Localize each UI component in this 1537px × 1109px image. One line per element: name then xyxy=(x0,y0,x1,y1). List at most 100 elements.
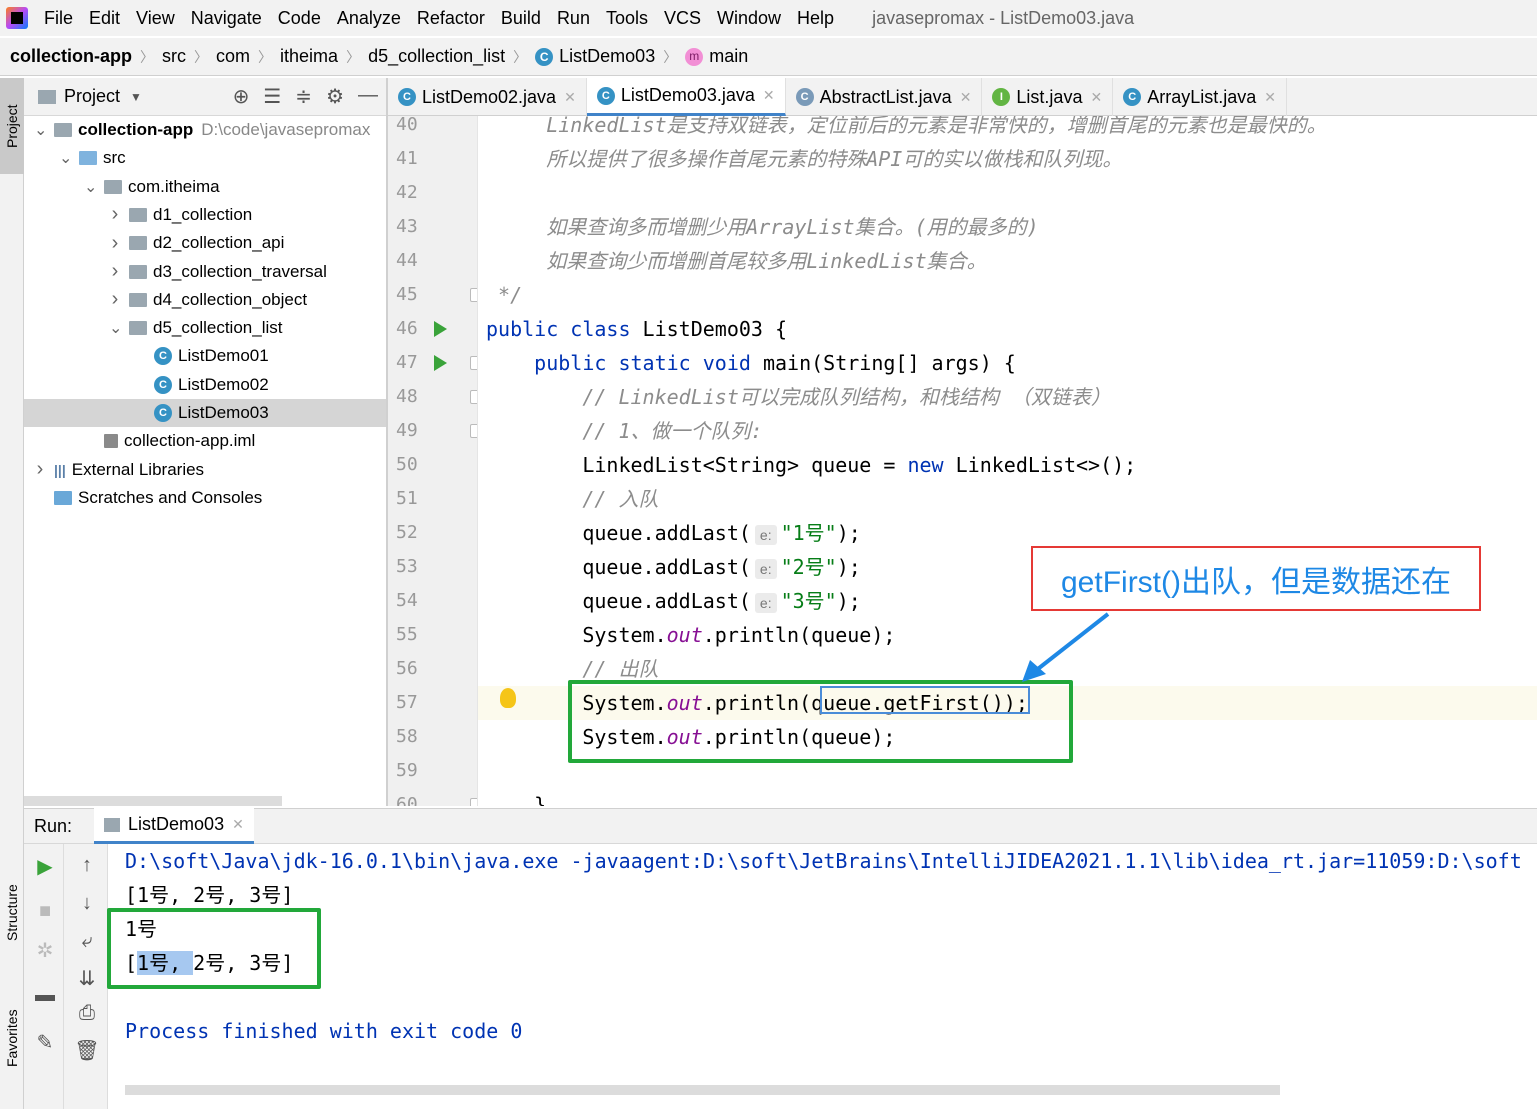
layout-icon[interactable]: ▬ xyxy=(32,984,58,1007)
run-gutter-icon[interactable] xyxy=(434,321,447,337)
tree-item[interactable]: C ListDemo02 xyxy=(24,371,386,399)
editor-tab[interactable]: C ListDemo03.java ✕ xyxy=(586,78,786,116)
tree-item-label: d5_collection_list xyxy=(153,318,283,338)
close-icon[interactable]: ✕ xyxy=(232,816,244,833)
line-number: 49 xyxy=(396,420,418,441)
chevron-down-icon[interactable]: ▼ xyxy=(130,90,142,104)
fold-marker-icon[interactable] xyxy=(470,390,477,404)
collapse-all-icon[interactable]: ≑ xyxy=(295,84,312,109)
chevron-right-icon[interactable]: › xyxy=(109,203,121,226)
menu-item-run[interactable]: Run xyxy=(557,8,590,29)
console-output[interactable]: D:\soft\Java\jdk-16.0.1\bin\java.exe -ja… xyxy=(108,844,1537,1109)
menu-item-edit[interactable]: Edit xyxy=(89,8,120,29)
locate-icon[interactable]: ⊕ xyxy=(233,84,250,109)
rerun-icon[interactable]: ▶ xyxy=(32,854,58,879)
menu-item-refactor[interactable]: Refactor xyxy=(417,8,485,29)
tree-item-label: d3_collection_traversal xyxy=(153,261,327,281)
hide-icon[interactable]: — xyxy=(358,84,378,109)
chevron-right-icon[interactable]: › xyxy=(34,458,46,481)
chevron-down-icon[interactable]: ⌄ xyxy=(34,120,47,140)
code-line: 如果查询多而增删少用ArrayList集合。(用的最多的) xyxy=(478,210,1038,244)
tree-item[interactable]: C ListDemo01 xyxy=(24,342,386,370)
breadcrumb-item[interactable]: 〉 src xyxy=(132,46,186,67)
print-icon[interactable]: ⎙ xyxy=(74,1002,100,1025)
tree-item[interactable]: ⌄ d5_collection_list xyxy=(24,314,386,342)
project-tool-tab[interactable]: Project xyxy=(0,78,24,174)
tree-item[interactable]: ⌄ collection-app D:\code\javasepromax xyxy=(24,116,386,144)
annotation-callout: getFirst()出队，但是数据还在 xyxy=(1031,546,1481,611)
close-icon[interactable]: ✕ xyxy=(564,89,576,106)
editor-tab[interactable]: I List.java ✕ xyxy=(982,78,1114,116)
chevron-down-icon[interactable]: ⌄ xyxy=(109,318,122,338)
menu-item-view[interactable]: View xyxy=(136,8,175,29)
project-view-selector[interactable]: Project xyxy=(64,86,120,107)
console-icon xyxy=(104,817,121,832)
fold-marker-icon[interactable] xyxy=(470,356,477,370)
menu-item-analyze[interactable]: Analyze xyxy=(337,8,401,29)
fold-marker-icon[interactable] xyxy=(470,288,477,302)
debug-icon[interactable]: ✲ xyxy=(32,938,58,963)
code-token: "1号" xyxy=(780,521,837,545)
tree-item[interactable]: C ListDemo03 xyxy=(24,399,386,427)
gear-icon[interactable]: ⚙ xyxy=(326,84,344,109)
close-icon[interactable]: ✕ xyxy=(763,87,775,104)
menu-item-file[interactable]: File xyxy=(44,8,73,29)
fold-marker-icon[interactable] xyxy=(470,798,477,806)
trash-icon[interactable]: 🗑 xyxy=(74,1038,100,1063)
breadcrumb-item[interactable]: 〉 com xyxy=(186,46,250,67)
run-tab-listdemo03[interactable]: ListDemo03 ✕ xyxy=(94,808,254,844)
code-token: ); xyxy=(836,555,861,579)
menu-item-tools[interactable]: Tools xyxy=(606,8,648,29)
structure-tool-tab[interactable]: Structure xyxy=(0,858,24,968)
close-icon[interactable]: ✕ xyxy=(960,89,972,106)
menu-item-vcs[interactable]: VCS xyxy=(664,8,701,29)
tree-scrollbar[interactable] xyxy=(24,796,282,806)
menu-item-code[interactable]: Code xyxy=(278,8,321,29)
editor-tab[interactable]: C ListDemo02.java ✕ xyxy=(388,78,587,116)
down-arrow-icon[interactable]: ↓ xyxy=(74,892,100,915)
soft-wrap-icon[interactable]: ⤶ xyxy=(74,930,100,953)
breadcrumb-item[interactable]: 〉 d5_collection_list xyxy=(338,46,505,67)
tree-item[interactable]: collection-app.iml xyxy=(24,427,386,455)
tree-item[interactable]: ⌄ src xyxy=(24,144,386,172)
close-icon[interactable]: ✕ xyxy=(1264,89,1276,106)
breadcrumb-item[interactable]: 〉 C ListDemo03 xyxy=(505,46,655,67)
menu-item-navigate[interactable]: Navigate xyxy=(191,8,262,29)
run-gutter-icon[interactable] xyxy=(434,355,447,371)
breadcrumb-project[interactable]: collection-app xyxy=(10,46,132,67)
chevron-down-icon[interactable]: ⌄ xyxy=(84,177,97,197)
chevron-right-icon[interactable]: › xyxy=(109,288,121,311)
chevron-right-icon[interactable]: › xyxy=(109,232,121,255)
line-number: 46 xyxy=(396,318,418,339)
lightbulb-icon[interactable] xyxy=(500,688,516,708)
breadcrumb-item[interactable]: 〉 m main xyxy=(655,46,748,67)
expand-all-icon[interactable]: ☰ xyxy=(263,84,281,109)
horizontal-scrollbar[interactable] xyxy=(125,1085,1280,1095)
close-icon[interactable]: ✕ xyxy=(1090,89,1102,106)
editor-tab[interactable]: C AbstractList.java ✕ xyxy=(786,78,983,116)
tree-item[interactable]: Scratches and Consoles xyxy=(24,484,386,512)
menu-item-help[interactable]: Help xyxy=(797,8,834,29)
tree-item[interactable]: › d3_collection_traversal xyxy=(24,258,386,286)
tree-item[interactable]: ⌄ com.itheima xyxy=(24,173,386,201)
scroll-end-icon[interactable]: ⇊ xyxy=(74,966,100,991)
fold-marker-icon[interactable] xyxy=(470,424,477,438)
menu-item-window[interactable]: Window xyxy=(717,8,781,29)
code-token: main(String[] args) { xyxy=(762,351,1016,375)
breadcrumb-item[interactable]: 〉 itheima xyxy=(250,46,338,67)
code-token: LinkedList<>(); xyxy=(955,453,1137,477)
editor-tab[interactable]: C ArrayList.java ✕ xyxy=(1113,78,1287,116)
tree-item[interactable]: › ||| External Libraries xyxy=(24,456,386,484)
method-icon: m xyxy=(685,47,704,66)
chevron-right-icon[interactable]: › xyxy=(109,260,121,283)
tree-item[interactable]: › d4_collection_object xyxy=(24,286,386,314)
tree-item[interactable]: › d1_collection xyxy=(24,201,386,229)
chevron-down-icon[interactable]: ⌄ xyxy=(59,148,72,168)
stop-icon[interactable]: ■ xyxy=(32,900,58,923)
favorites-tool-tab[interactable]: Favorites xyxy=(0,983,24,1093)
module-file-icon xyxy=(104,434,118,449)
pin-icon[interactable]: ✎ xyxy=(32,1030,58,1055)
up-arrow-icon[interactable]: ↑ xyxy=(74,854,100,877)
menu-item-build[interactable]: Build xyxy=(501,8,541,29)
tree-item[interactable]: › d2_collection_api xyxy=(24,229,386,257)
